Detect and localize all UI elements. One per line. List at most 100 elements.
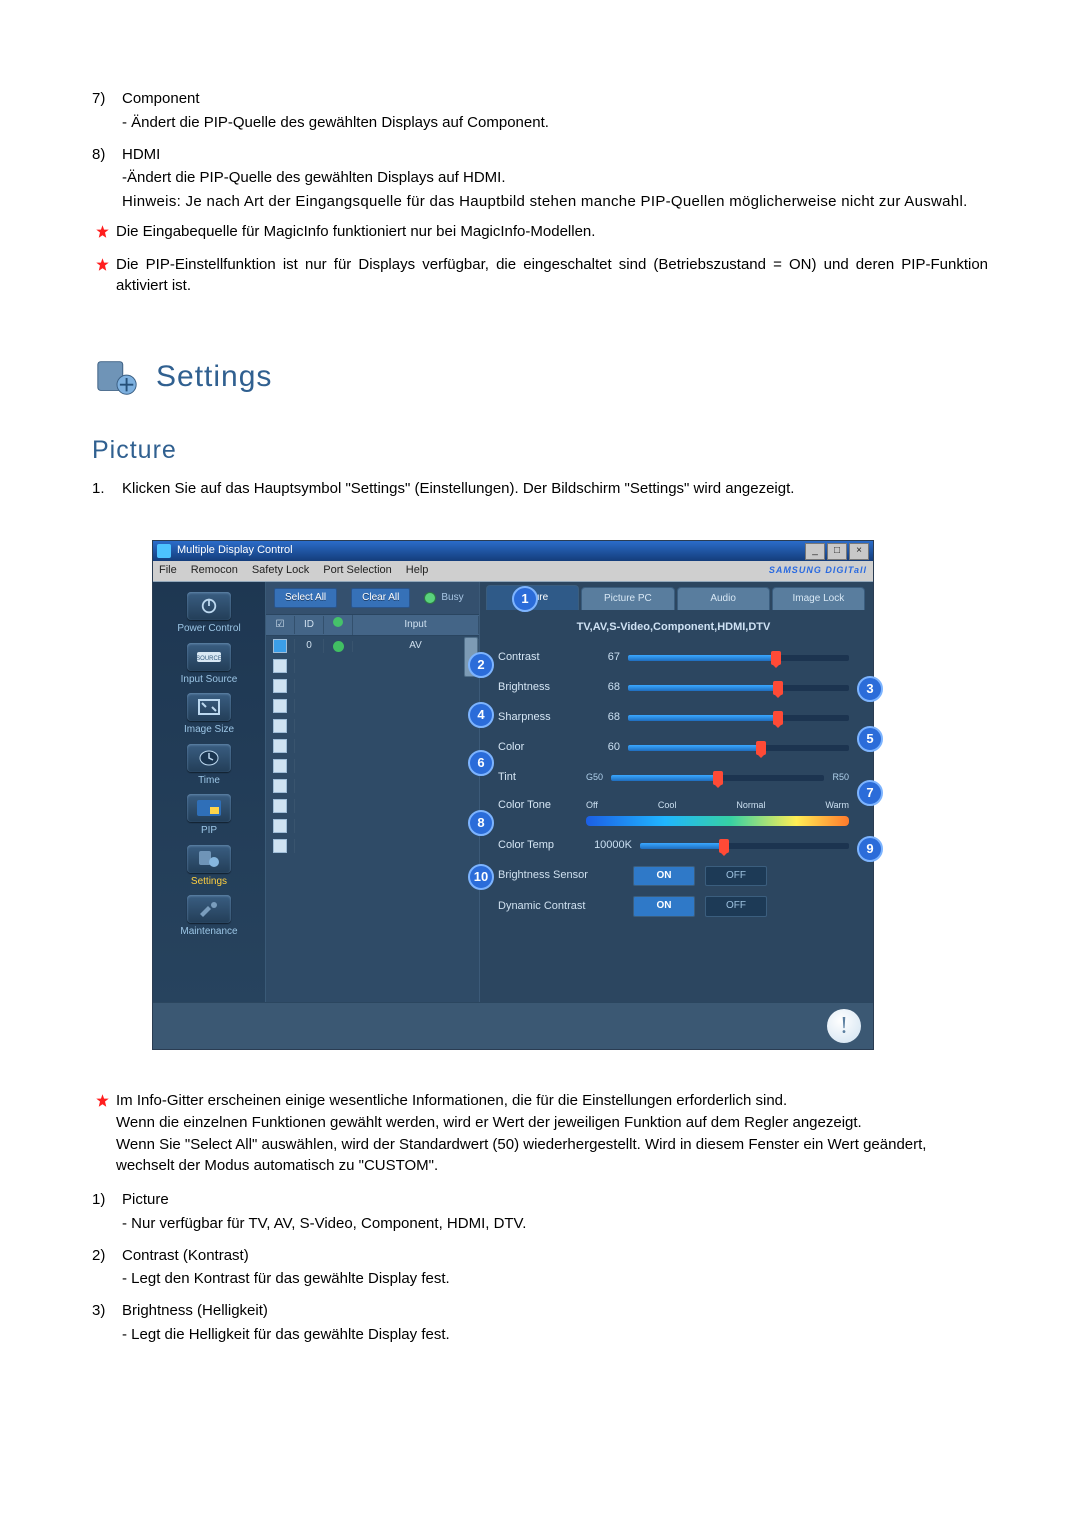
- callout-6: 6: [468, 750, 494, 776]
- dynamic-contrast-on[interactable]: ON: [633, 896, 695, 917]
- contrast-label: Contrast: [498, 650, 578, 666]
- row-checkbox[interactable]: [273, 839, 287, 853]
- callout-8: 8: [468, 810, 494, 836]
- brightness-slider[interactable]: [628, 685, 849, 691]
- table-row[interactable]: 0 AV: [266, 636, 479, 656]
- clear-all-button[interactable]: Clear All: [351, 588, 410, 609]
- row-checkbox[interactable]: [273, 679, 287, 693]
- tab-image-lock[interactable]: Image Lock: [772, 587, 865, 610]
- color-control: Color 60: [498, 738, 849, 758]
- table-row[interactable]: [266, 836, 479, 856]
- menu-safety-lock[interactable]: Safety Lock: [252, 563, 309, 579]
- brightness-sensor-on[interactable]: ON: [633, 866, 695, 887]
- app-icon: [157, 544, 171, 558]
- bottom-numbered-list: 1) Picture - Nur verfügbar für TV, AV, S…: [92, 1189, 988, 1346]
- item-line: - Ändert die PIP-Quelle des gewählten Di…: [122, 112, 988, 134]
- item-number: 2): [92, 1245, 122, 1267]
- col-status[interactable]: [324, 615, 353, 635]
- sidebar-item-settings[interactable]: Settings: [159, 845, 259, 890]
- table-row[interactable]: [266, 756, 479, 776]
- sidebar-item-pip[interactable]: PIP: [159, 794, 259, 839]
- color-value: 60: [586, 740, 620, 756]
- table-row[interactable]: [266, 796, 479, 816]
- star-icon: [92, 1090, 112, 1115]
- row-checkbox[interactable]: [273, 659, 287, 673]
- table-row[interactable]: [266, 656, 479, 676]
- callout-5: 5: [857, 726, 883, 752]
- note-text: Im Info-Gitter erscheinen einige wesentl…: [116, 1090, 988, 1177]
- row-checkbox[interactable]: [273, 739, 287, 753]
- row-checkbox[interactable]: [273, 699, 287, 713]
- table-row[interactable]: [266, 736, 479, 756]
- color-tone-control: Color Tone Off Cool Normal Warm: [498, 798, 849, 826]
- col-id[interactable]: ID: [295, 616, 324, 635]
- contrast-slider[interactable]: [628, 655, 849, 661]
- select-all-button[interactable]: Select All: [274, 588, 337, 609]
- item-title: Component: [122, 88, 988, 110]
- menubar: File Remocon Safety Lock Port Selection …: [153, 561, 873, 582]
- note-text: Die PIP-Einstellfunktion ist nur für Dis…: [116, 254, 988, 298]
- table-row[interactable]: [266, 816, 479, 836]
- tab-picture-pc[interactable]: Picture PC: [581, 587, 674, 610]
- settings-section-icon: [92, 352, 142, 402]
- sidebar-item-input-source[interactable]: SOURCE Input Source: [159, 643, 259, 688]
- busy-label: Busy: [441, 591, 463, 606]
- sidebar-item-label: Image Size: [184, 723, 234, 738]
- color-temp-value: 10000K: [586, 838, 632, 854]
- row-checkbox[interactable]: [273, 639, 287, 653]
- sidebar-item-power-control[interactable]: Power Control: [159, 592, 259, 637]
- table-row[interactable]: [266, 676, 479, 696]
- table-row[interactable]: [266, 776, 479, 796]
- row-checkbox[interactable]: [273, 799, 287, 813]
- menu-file[interactable]: File: [159, 563, 177, 579]
- col-input[interactable]: Input: [353, 616, 479, 635]
- brightness-value: 68: [586, 680, 620, 696]
- sharpness-slider[interactable]: [628, 715, 849, 721]
- callout-4: 4: [468, 702, 494, 728]
- dynamic-contrast-off[interactable]: OFF: [705, 896, 767, 917]
- menu-help[interactable]: Help: [406, 563, 429, 579]
- close-button[interactable]: ×: [849, 543, 869, 560]
- star-icon: [92, 221, 112, 246]
- brightness-sensor-label: Brightness Sensor: [498, 868, 623, 884]
- menu-remocon[interactable]: Remocon: [191, 563, 238, 579]
- sidebar-item-image-size[interactable]: Image Size: [159, 693, 259, 738]
- row-checkbox[interactable]: [273, 719, 287, 733]
- item-title: HDMI: [122, 144, 988, 166]
- sidebar-item-maintenance[interactable]: Maintenance: [159, 895, 259, 940]
- list-item: 1) Picture: [92, 1189, 988, 1211]
- color-temp-slider[interactable]: [640, 843, 849, 849]
- settings-heading-row: Settings: [92, 352, 988, 402]
- tint-slider[interactable]: [611, 775, 824, 781]
- sidebar-item-time[interactable]: Time: [159, 744, 259, 789]
- table-row[interactable]: [266, 696, 479, 716]
- table-row[interactable]: [266, 716, 479, 736]
- maintenance-icon: [187, 895, 231, 923]
- tone-mark-normal: Normal: [736, 799, 765, 812]
- color-tone-slider[interactable]: [586, 816, 849, 826]
- sharpness-value: 68: [586, 710, 620, 726]
- maximize-button[interactable]: □: [827, 543, 847, 560]
- row-id: 0: [295, 639, 324, 654]
- list-item: 2) Contrast (Kontrast): [92, 1245, 988, 1267]
- item-title: Picture: [122, 1189, 988, 1211]
- color-temp-label: Color Temp: [498, 838, 578, 854]
- minimize-button[interactable]: _: [805, 543, 825, 560]
- item-line: - Legt die Helligkeit für das gewählte D…: [122, 1324, 988, 1346]
- tab-audio[interactable]: Audio: [677, 587, 770, 610]
- row-checkbox[interactable]: [273, 759, 287, 773]
- mdc-footer: !: [153, 1002, 873, 1049]
- color-slider[interactable]: [628, 745, 849, 751]
- brightness-sensor-off[interactable]: OFF: [705, 866, 767, 887]
- input-source-icon: SOURCE: [187, 643, 231, 671]
- row-checkbox[interactable]: [273, 819, 287, 833]
- color-label: Color: [498, 740, 578, 756]
- callout-7: 7: [857, 780, 883, 806]
- list-item: 7) Component: [92, 88, 988, 110]
- menu-port-selection[interactable]: Port Selection: [323, 563, 391, 579]
- row-status-icon: [333, 641, 344, 652]
- titlebar: Multiple Display Control _ □ ×: [153, 541, 873, 561]
- sharpness-control: Sharpness 68: [498, 708, 849, 728]
- col-check[interactable]: ☑: [266, 616, 295, 635]
- row-checkbox[interactable]: [273, 779, 287, 793]
